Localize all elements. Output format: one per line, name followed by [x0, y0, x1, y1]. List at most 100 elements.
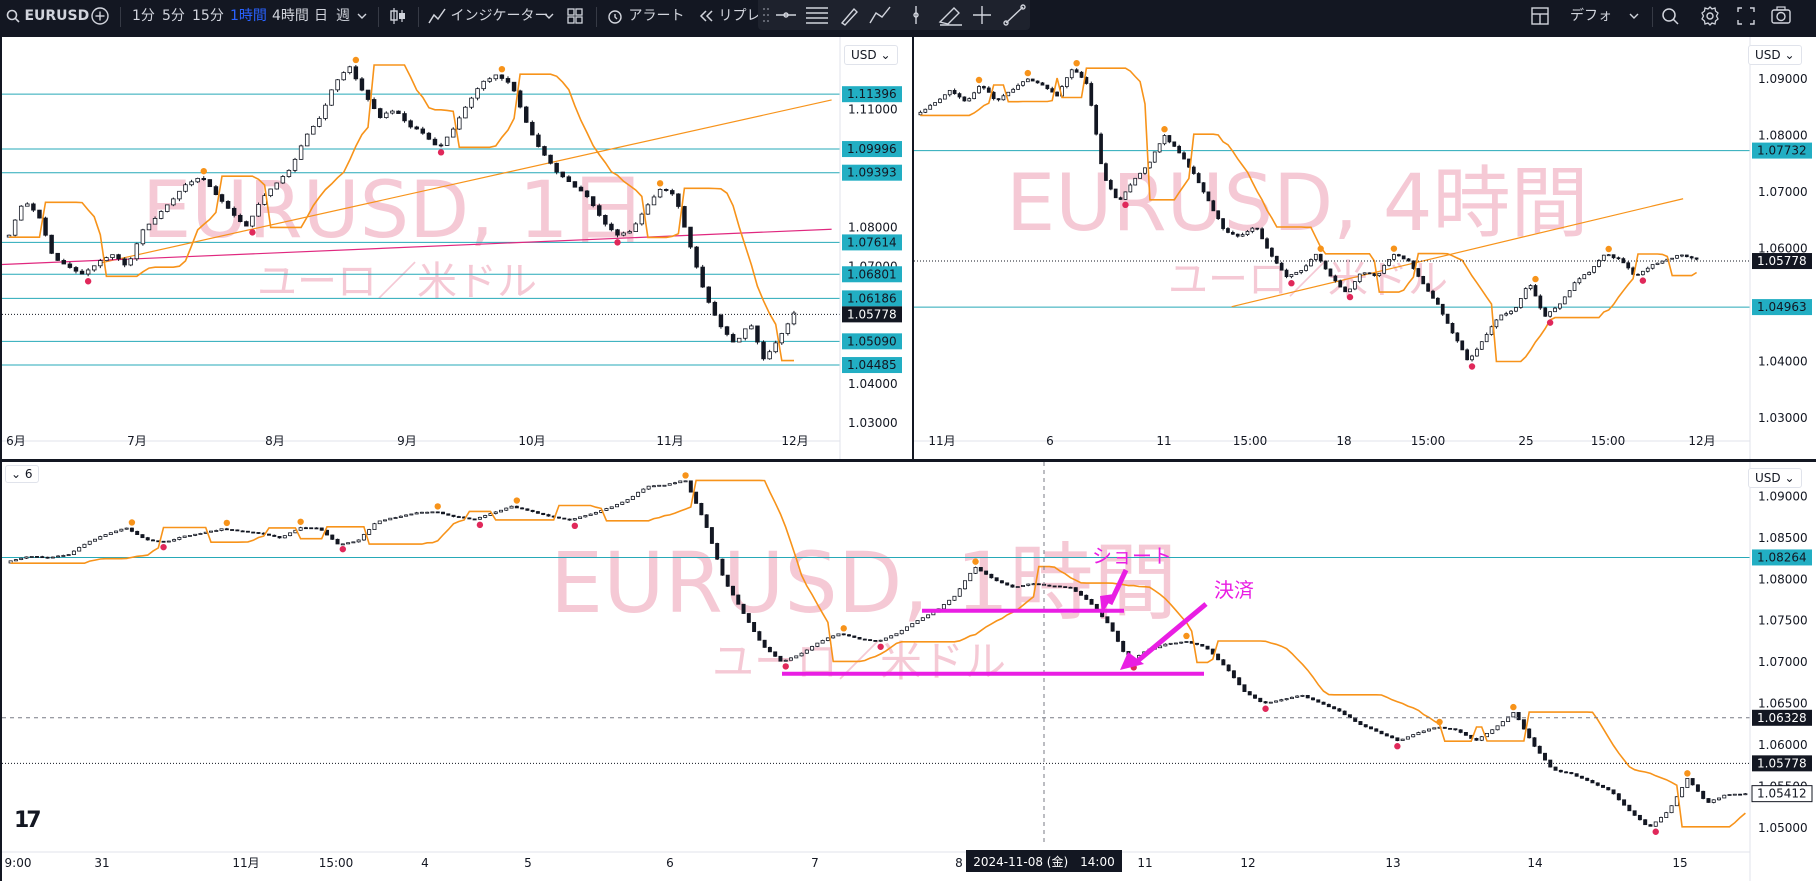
pivot-high-marker [1510, 703, 1517, 711]
candle-body [1079, 591, 1083, 596]
candle-body [1025, 78, 1030, 83]
candle-body [198, 533, 203, 535]
candle-body [633, 223, 638, 232]
candle-body [388, 517, 393, 521]
candle-body [341, 72, 346, 81]
candle-body [1601, 254, 1606, 261]
candle-body [435, 511, 440, 514]
candle-body [467, 517, 472, 520]
candle-body [1133, 177, 1138, 186]
x-tick-label: 18 [1336, 434, 1351, 448]
x-tick-label: 11月 [656, 434, 683, 448]
annotation-short: ショート [1092, 544, 1172, 568]
interval-1d[interactable]: 日 [314, 0, 328, 34]
candle-body [1363, 724, 1368, 728]
layout-dropdown[interactable] [1628, 0, 1640, 34]
1h-chart[interactable]: EURUSD, 1時間ユーロ／米ドル1.090001.085001.080001… [2, 462, 1816, 881]
chart-type-button[interactable] [388, 0, 408, 34]
templates-button[interactable] [566, 0, 584, 34]
alert-button[interactable]: アラート [606, 0, 684, 34]
chart-pane-4h[interactable]: EURUSD, 4時間 ユーロ／米ドル 1.09000 1.08000 1.07000 1… [914, 37, 1816, 459]
candle-body [1431, 290, 1435, 299]
level-price-label: 1.06801 [847, 267, 897, 281]
candle-body [1226, 228, 1230, 233]
candle-body [432, 138, 438, 146]
gear-icon [1700, 0, 1720, 32]
candle-body [868, 639, 873, 641]
candle-body [1247, 691, 1252, 696]
path-icon[interactable] [869, 6, 891, 24]
candle-body [1622, 799, 1627, 806]
pivot-low-marker [1288, 280, 1295, 287]
candle-body [171, 198, 176, 206]
candle-body [1338, 280, 1343, 288]
settings-button[interactable] [1700, 0, 1720, 34]
level-price-label: 1.04963 [1757, 300, 1807, 314]
4h-chart[interactable]: EURUSD, 4時間ユーロ／米ドル 1.09000 1.08000 1.07000 1… [914, 37, 1816, 459]
interval-1w[interactable]: 週 [336, 0, 350, 34]
candle-body [730, 334, 736, 343]
horizontal-line-icon[interactable] [776, 12, 796, 18]
grid-icon [566, 0, 584, 32]
crosshair-time-label: 2024-11-08 (金) 14:00 [973, 854, 1115, 869]
candle-body [1532, 737, 1537, 747]
candle-body [511, 81, 517, 92]
pivot-high-marker [1684, 770, 1691, 777]
candle-body [841, 633, 846, 636]
pivot-high-marker [1161, 126, 1168, 133]
candle-body [1089, 599, 1094, 605]
candle-body [994, 577, 999, 582]
fib-retracement-icon[interactable] [806, 7, 828, 24]
chart-pane-1h[interactable]: EURUSD, 1時間 ユーロ／米ドル 1.09000 1.08500 1.08000 1… [2, 462, 1816, 881]
interval-1m[interactable]: 1分 [132, 0, 155, 34]
snapshot-button[interactable] [1770, 0, 1792, 34]
candle-body [303, 527, 308, 530]
candle-body [752, 622, 757, 633]
interval-1h[interactable]: 1時間 [230, 0, 267, 34]
layout-name[interactable]: デフォ [1570, 0, 1612, 34]
crosshair-icon[interactable] [973, 6, 991, 24]
currency-selector[interactable]: USD ⌄ [1748, 468, 1802, 488]
layout-select-button[interactable] [1530, 0, 1550, 34]
candle-body [472, 518, 477, 521]
trend-line-icon[interactable] [1003, 4, 1026, 26]
candle-body [73, 267, 79, 272]
currency-selector[interactable]: USD ⌄ [1748, 45, 1802, 65]
candle-body [986, 87, 991, 93]
quick-search-button[interactable] [1660, 0, 1680, 34]
drag-handle-icon[interactable] [763, 8, 769, 22]
chart-pane-daily[interactable]: EURUSD, 1日ユーロ／米ドル1.110001.080001.070001.… [2, 37, 912, 459]
indicators-dropdown[interactable] [543, 0, 555, 34]
candle-body [1543, 752, 1547, 761]
currency-selector[interactable]: USD ⌄ [844, 45, 898, 65]
interval-15m[interactable]: 15分 [192, 0, 224, 34]
candle-body [372, 523, 377, 530]
interval-4h[interactable]: 4時間 [272, 0, 309, 34]
fullscreen-button[interactable] [1736, 0, 1756, 34]
candle-body [815, 642, 820, 647]
interval-dropdown[interactable] [356, 0, 368, 34]
candle-body [1582, 274, 1587, 280]
symbol-search-button[interactable]: EURUSD [6, 0, 89, 34]
layout-indicator[interactable]: ⌄ 6 [5, 465, 39, 483]
compare-button[interactable] [90, 0, 110, 34]
candle-body [87, 540, 92, 545]
candle-body [1200, 644, 1205, 647]
candle-body [1616, 257, 1621, 260]
candle-body [761, 341, 766, 360]
interval-5m[interactable]: 5分 [162, 0, 185, 34]
candle-body [268, 188, 273, 197]
x-tick-label: 12月 [781, 434, 808, 448]
vertical-line-icon[interactable] [913, 6, 919, 24]
pivot-high-marker [972, 558, 979, 565]
eraser-icon[interactable] [938, 7, 962, 26]
candle-body [116, 254, 121, 260]
pivot-low-marker [339, 545, 347, 553]
candle-body [700, 266, 705, 288]
indicators-button[interactable]: インジケーター [428, 0, 548, 34]
pivot-low-marker [1346, 293, 1354, 301]
y-tick-label: 1.05000 [1758, 821, 1808, 835]
daily-chart[interactable]: EURUSD, 1日ユーロ／米ドル1.110001.080001.070001.… [2, 37, 912, 459]
pivot-low-marker [437, 149, 445, 156]
brush-icon[interactable] [840, 7, 858, 26]
